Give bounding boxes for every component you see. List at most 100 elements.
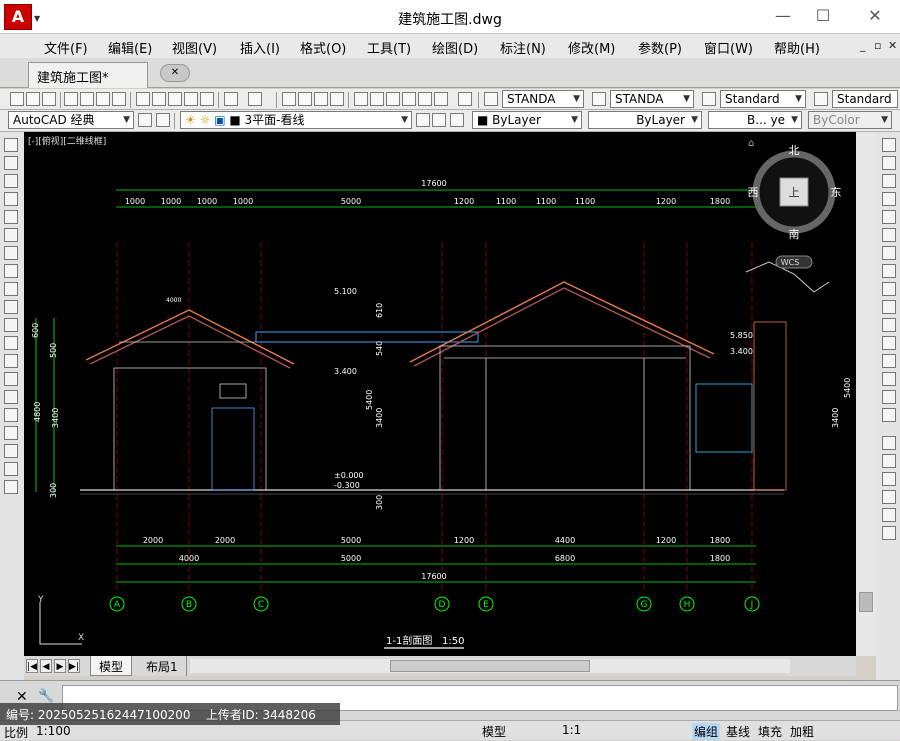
layer-properties-icon[interactable] xyxy=(156,113,170,127)
menu-insert[interactable]: 插入(I) xyxy=(240,38,280,57)
lineweight-select[interactable]: B... ye ▼ xyxy=(708,111,802,129)
scale-icon[interactable] xyxy=(882,264,896,278)
mdi-close-button[interactable]: ✕ xyxy=(888,39,897,52)
trim-icon[interactable] xyxy=(882,300,896,314)
dim-style-select[interactable]: STANDA ▼ xyxy=(610,90,694,108)
copy-object-icon[interactable] xyxy=(882,156,896,170)
chamfer-icon[interactable] xyxy=(882,390,896,404)
3d-print-icon[interactable] xyxy=(112,92,126,106)
scroll-thumb[interactable] xyxy=(859,592,873,612)
construction-line-icon[interactable] xyxy=(4,156,18,170)
match-properties-icon[interactable] xyxy=(184,92,198,106)
mirror-icon[interactable] xyxy=(882,174,896,188)
redo-icon[interactable] xyxy=(248,92,262,106)
new-icon[interactable] xyxy=(10,92,24,106)
menu-parametric[interactable]: 参数(P) xyxy=(638,38,682,57)
color-select[interactable]: ■ ByLayer ▼ xyxy=(472,111,582,129)
bold-button[interactable]: 加粗 xyxy=(788,723,816,740)
region-icon[interactable] xyxy=(4,426,18,440)
menu-format[interactable]: 格式(O) xyxy=(300,38,346,57)
multileader-style-icon[interactable] xyxy=(814,92,828,106)
undo-icon[interactable] xyxy=(224,92,238,106)
spline-icon[interactable] xyxy=(4,282,18,296)
circle-icon[interactable] xyxy=(4,246,18,260)
tab-layout1[interactable]: 布局1 xyxy=(138,656,187,676)
table-style-icon[interactable] xyxy=(702,92,716,106)
mdi-restore-button[interactable]: ▫ xyxy=(874,39,881,52)
revision-cloud-icon[interactable] xyxy=(4,264,18,278)
zoom-window-icon[interactable] xyxy=(314,92,328,106)
add-selected-icon[interactable] xyxy=(4,480,18,494)
sheet-set-icon[interactable] xyxy=(402,92,416,106)
vertical-scrollbar[interactable] xyxy=(856,132,876,656)
tab-document[interactable]: 建筑施工图* xyxy=(28,62,148,88)
ellipse-arc-icon[interactable] xyxy=(4,318,18,332)
rectangle-icon[interactable] xyxy=(4,210,18,224)
table-style-select[interactable]: Standard ▼ xyxy=(720,90,806,108)
break-icon[interactable] xyxy=(882,354,896,368)
gradient-icon[interactable] xyxy=(4,408,18,422)
cut-icon[interactable] xyxy=(136,92,150,106)
print-icon[interactable] xyxy=(64,92,78,106)
viewcube-top[interactable]: 上 xyxy=(789,186,800,199)
bring-above-icon[interactable] xyxy=(882,490,896,504)
group-button[interactable]: 编组 xyxy=(692,723,721,740)
menu-view[interactable]: 视图(V) xyxy=(172,38,217,57)
make-current-layer-icon[interactable] xyxy=(416,113,430,127)
array-icon[interactable] xyxy=(882,210,896,224)
menu-file[interactable]: 文件(F) xyxy=(44,38,88,57)
mtext-icon[interactable] xyxy=(4,462,18,476)
block-editor-icon[interactable] xyxy=(200,92,214,106)
make-block-icon[interactable] xyxy=(4,354,18,368)
close-button[interactable]: ✕ xyxy=(862,6,888,28)
copy-icon[interactable] xyxy=(152,92,166,106)
markup-icon[interactable] xyxy=(418,92,432,106)
scale-value[interactable]: 1:100 xyxy=(36,724,71,738)
viewcube-south[interactable]: 南 xyxy=(789,228,800,241)
help-icon[interactable] xyxy=(458,92,472,106)
wrench-icon[interactable]: 🔧 xyxy=(38,689,54,704)
tool-palettes-icon[interactable] xyxy=(386,92,400,106)
fill-button[interactable]: 填充 xyxy=(756,723,784,740)
table-icon[interactable] xyxy=(4,444,18,458)
pan-icon[interactable] xyxy=(282,92,296,106)
menu-tools[interactable]: 工具(T) xyxy=(367,38,411,57)
layer-state-icon[interactable] xyxy=(450,113,464,127)
viewcube[interactable]: 北 南 东 西 上 WCS ⌂ xyxy=(748,138,842,269)
layer-select[interactable]: ☀ ☼ ▣ ■ 3平面-看线 ▼ xyxy=(180,111,412,129)
quickcalc-icon[interactable] xyxy=(434,92,448,106)
move-icon[interactable] xyxy=(882,228,896,242)
point-icon[interactable] xyxy=(4,372,18,386)
publish-icon[interactable] xyxy=(96,92,110,106)
design-center-icon[interactable] xyxy=(370,92,384,106)
workspace-select[interactable]: AutoCAD 经典 ▼ xyxy=(8,111,134,129)
viewport-controls-label[interactable]: [-][俯视][二维线框] xyxy=(28,134,106,147)
horizontal-scrollbar[interactable] xyxy=(190,659,790,673)
offset-icon[interactable] xyxy=(882,192,896,206)
send-under-icon[interactable] xyxy=(882,508,896,522)
wcs-label[interactable]: WCS xyxy=(781,258,800,267)
arc-icon[interactable] xyxy=(4,228,18,242)
menu-window[interactable]: 窗口(W) xyxy=(704,38,753,57)
stretch-icon[interactable] xyxy=(882,282,896,296)
menu-modify[interactable]: 修改(M) xyxy=(568,38,615,57)
scroll-thumb[interactable] xyxy=(390,660,590,672)
open-icon[interactable] xyxy=(26,92,40,106)
home-icon[interactable]: ⌂ xyxy=(748,138,754,149)
properties-icon[interactable] xyxy=(354,92,368,106)
extend-icon[interactable] xyxy=(882,318,896,332)
layer-previous-icon[interactable] xyxy=(432,113,446,127)
dim-style-icon[interactable] xyxy=(592,92,606,106)
viewcube-north[interactable]: 北 xyxy=(789,144,800,157)
join-icon[interactable] xyxy=(882,372,896,386)
menu-help[interactable]: 帮助(H) xyxy=(774,38,820,57)
paste-icon[interactable] xyxy=(168,92,182,106)
last-tab-arrow-icon[interactable]: ▶| xyxy=(68,659,80,673)
print-preview-icon[interactable] xyxy=(80,92,94,106)
next-tab-arrow-icon[interactable]: ▶ xyxy=(54,659,66,673)
text-style-select[interactable]: STANDA ▼ xyxy=(502,90,584,108)
close-tab-icon[interactable]: ✕ xyxy=(160,64,190,82)
erase-icon[interactable] xyxy=(882,138,896,152)
drawing-canvas[interactable]: [-][俯视][二维线框] 17600 1000 1000 1000 1000 … xyxy=(24,132,856,656)
draworder-front-icon[interactable] xyxy=(882,454,896,468)
